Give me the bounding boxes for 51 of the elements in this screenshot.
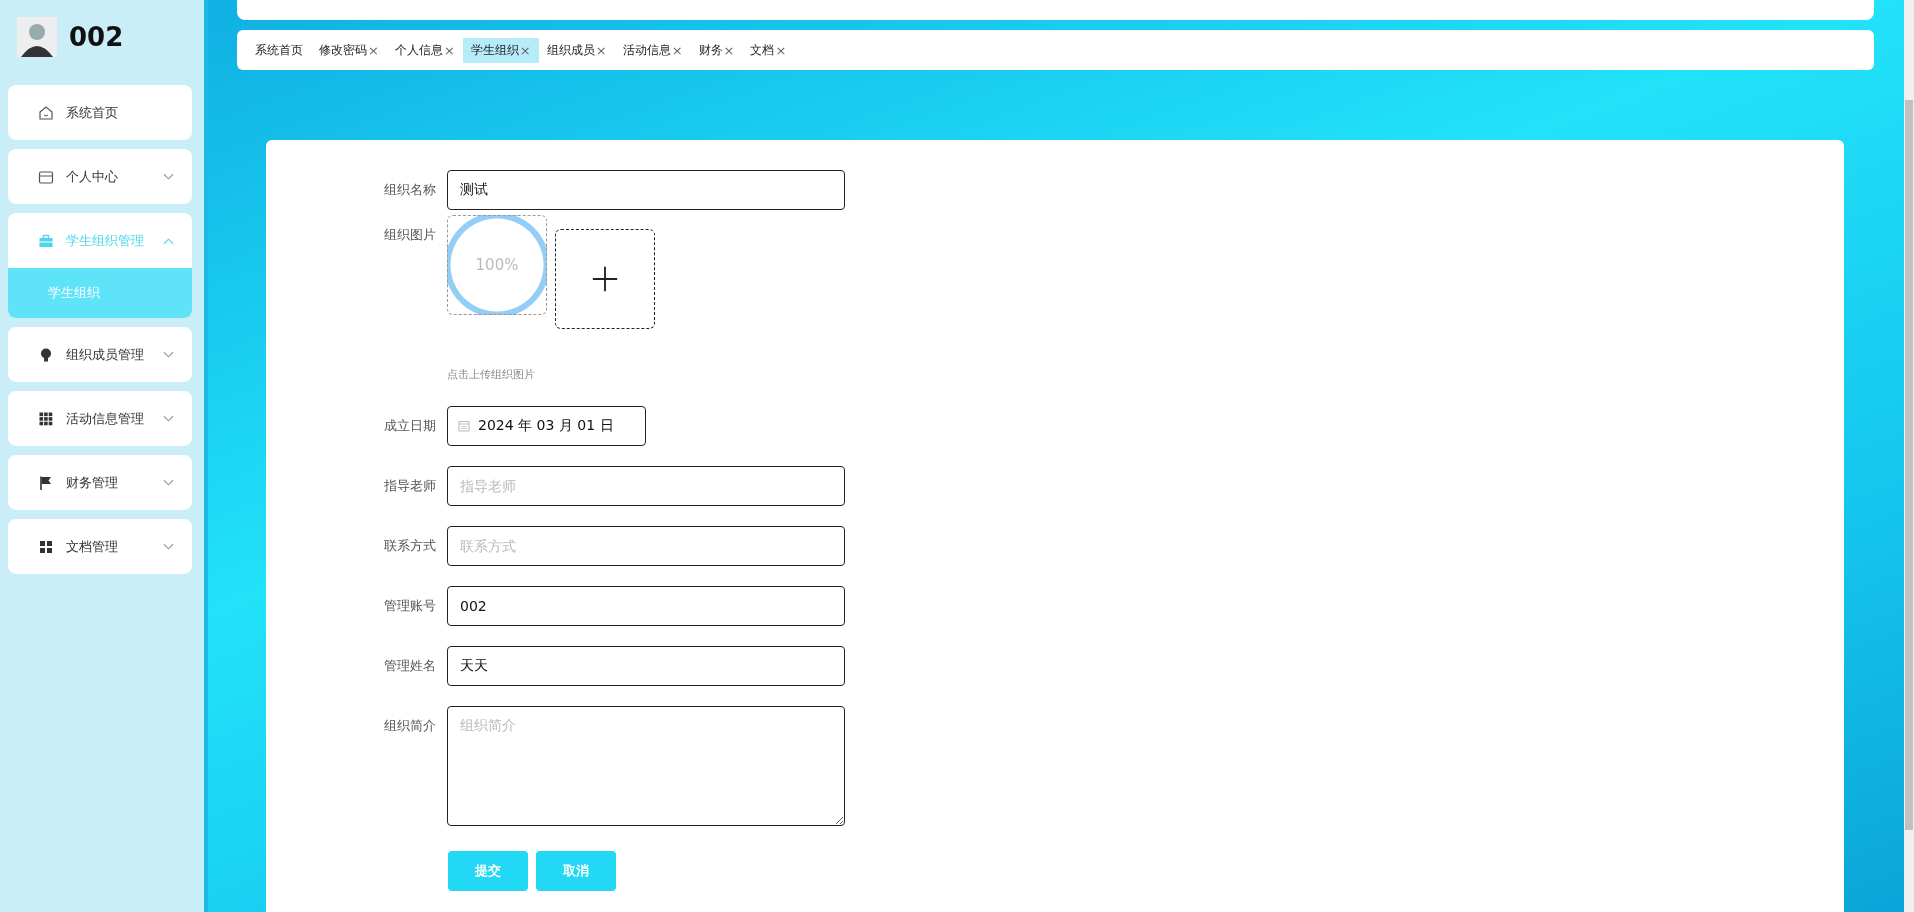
- flag-icon: [38, 474, 54, 491]
- field-label: 成立日期: [383, 417, 437, 435]
- field-label: 管理账号: [383, 597, 437, 615]
- close-icon[interactable]: ×: [775, 43, 787, 58]
- input-field[interactable]: 联系方式: [447, 526, 845, 566]
- input-field[interactable]: 天天: [447, 646, 845, 686]
- close-icon[interactable]: ×: [368, 43, 379, 58]
- close-icon[interactable]: ×: [519, 43, 531, 58]
- tab[interactable]: 组织成员×: [538, 38, 615, 63]
- field-label: 管理姓名: [383, 657, 437, 675]
- input-field[interactable]: 测试: [447, 170, 845, 210]
- tab[interactable]: 个人信息×: [386, 38, 463, 63]
- home-icon: [38, 104, 54, 121]
- upload-button[interactable]: [555, 229, 655, 329]
- date-field[interactable]: 2024 年 03 月 01 日: [447, 406, 646, 446]
- calendar-icon: [458, 420, 470, 432]
- tab[interactable]: 修改密码×: [311, 38, 387, 63]
- tab[interactable]: 文档×: [742, 38, 795, 63]
- menu-item[interactable]: 文档管理: [8, 519, 192, 574]
- close-icon[interactable]: ×: [595, 43, 607, 58]
- tab[interactable]: 财务×: [690, 38, 743, 63]
- field-label: 组织名称: [383, 181, 437, 199]
- tab[interactable]: 系统首页: [247, 38, 311, 63]
- field-label: 联系方式: [383, 537, 437, 555]
- avatar-placeholder: [17, 17, 57, 57]
- menu-item[interactable]: 系统首页: [8, 85, 192, 140]
- input-field[interactable]: 002: [447, 586, 845, 626]
- menu-item[interactable]: 组织成员管理: [8, 327, 192, 382]
- upload-hint: 点击上传组织图片: [447, 367, 536, 382]
- menu-item[interactable]: 财务管理: [8, 455, 192, 510]
- progress-text: 100%: [475, 256, 519, 274]
- field-label: 组织简介: [383, 717, 437, 735]
- input-field[interactable]: 指导老师: [447, 466, 845, 506]
- tab[interactable]: 活动信息×: [614, 38, 691, 63]
- tab[interactable]: 学生组织×: [462, 38, 539, 63]
- scrollbar[interactable]: [1904, 0, 1914, 912]
- field-label: 组织图片: [383, 226, 437, 244]
- close-icon[interactable]: ×: [723, 43, 735, 58]
- bulb-icon: [38, 346, 54, 363]
- user-name: 002: [69, 22, 124, 52]
- menu-item[interactable]: 个人中心: [8, 149, 192, 204]
- plus-icon: [591, 265, 619, 293]
- close-icon[interactable]: ×: [671, 43, 683, 58]
- menu-item[interactable]: 活动信息管理: [8, 391, 192, 446]
- squares-icon: [38, 538, 54, 555]
- field-label: 指导老师: [383, 477, 437, 495]
- textarea-field[interactable]: 组织简介: [447, 706, 845, 826]
- card-icon: [38, 168, 54, 185]
- close-icon[interactable]: ×: [443, 43, 455, 58]
- briefcase-icon: [38, 232, 54, 249]
- grid-icon: [38, 410, 54, 427]
